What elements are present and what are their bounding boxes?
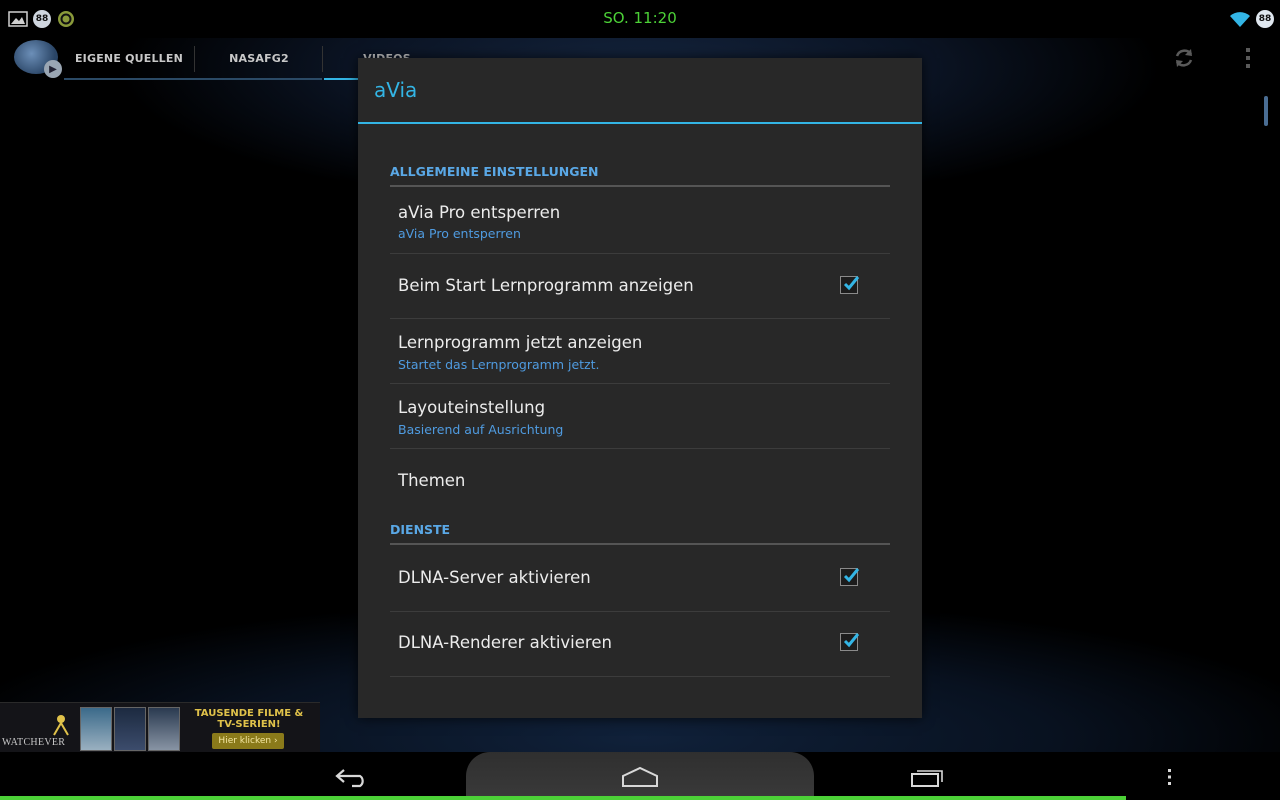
battery-badge-icon: 88: [1256, 10, 1274, 28]
status-clock: SO. 11:20: [603, 9, 677, 27]
overflow-menu-button[interactable]: [1230, 42, 1266, 74]
ad-poster: [148, 707, 180, 751]
pref-show-tutorial-now[interactable]: Lernprogramm jetzt anzeigen Startet das …: [390, 319, 890, 383]
recent-apps-icon: [911, 770, 943, 787]
home-icon: [622, 766, 658, 787]
menu-button[interactable]: [1140, 760, 1200, 794]
tab-indicator-active: [324, 78, 358, 80]
checkbox-show-tutorial[interactable]: [840, 276, 860, 294]
pref-show-tutorial-on-start[interactable]: Beim Start Lernprogramm anzeigen: [390, 254, 890, 318]
dialog-title: aVia: [374, 78, 418, 102]
back-button[interactable]: [322, 760, 382, 794]
pref-summary: Startet das Lernprogramm jetzt.: [398, 357, 600, 372]
checkmark-icon: [843, 633, 860, 648]
pref-title: DLNA-Renderer aktivieren: [398, 633, 612, 652]
chevron-right-icon: ›: [273, 736, 278, 746]
row-divider: [390, 676, 890, 677]
ad-poster: [80, 707, 112, 751]
pref-layout-setting[interactable]: Layouteinstellung Basierend auf Ausricht…: [390, 384, 890, 448]
refresh-icon: [1175, 49, 1193, 67]
wifi-icon: [1230, 12, 1250, 27]
dialog-title-divider: [358, 122, 922, 124]
checkbox-dlna-renderer[interactable]: [840, 633, 860, 651]
tab-eigene-quellen[interactable]: EIGENE QUELLEN: [64, 38, 194, 78]
settings-dialog: aVia ALLGEMEINE EINSTELLUNGEN aVia Pro e…: [358, 58, 922, 718]
mascot-icon: [53, 715, 69, 736]
pref-title: DLNA-Server aktivieren: [398, 568, 591, 587]
system-progress-bar: [0, 796, 1127, 800]
tab-indicator: [64, 78, 322, 80]
checkbox-dlna-server[interactable]: [840, 568, 860, 586]
pref-themes[interactable]: Themen: [390, 449, 890, 513]
ad-brand: WATCHEVER: [2, 737, 66, 748]
pref-summary: Basierend auf Ausrichtung: [398, 422, 564, 437]
menu-icon: [1168, 769, 1171, 785]
pref-summary: aVia Pro entsperren: [398, 226, 521, 241]
tab-nasafg2[interactable]: NASAFG2: [194, 38, 324, 78]
navigation-bar: [0, 752, 1280, 800]
pref-title: aVia Pro entsperren: [398, 203, 561, 222]
section-divider: [390, 185, 890, 187]
pref-dlna-renderer[interactable]: DLNA-Renderer aktivieren: [390, 612, 890, 676]
pref-title: Layouteinstellung: [398, 398, 546, 417]
section-divider: [390, 543, 890, 545]
checkmark-icon: [843, 276, 860, 291]
scroll-indicator: [1264, 96, 1268, 126]
app-logo-icon[interactable]: ▶: [14, 40, 62, 78]
play-icon: ▶: [44, 60, 62, 78]
pref-title: Beim Start Lernprogramm anzeigen: [398, 276, 694, 295]
pref-dlna-server[interactable]: DLNA-Server aktivieren: [390, 546, 890, 610]
pref-unlock-pro[interactable]: aVia Pro entsperren aVia Pro entsperren: [390, 188, 890, 253]
pref-title: Themen: [398, 471, 466, 490]
home-button[interactable]: [610, 760, 670, 794]
section-header-general: ALLGEMEINE EINSTELLUNGEN: [390, 164, 599, 179]
refresh-button[interactable]: [1166, 42, 1202, 74]
ad-tagline: TAUSENDE FILME & TV-SERIEN!: [194, 708, 304, 730]
overflow-menu-icon: [1246, 48, 1250, 68]
pref-title: Lernprogramm jetzt anzeigen: [398, 333, 643, 352]
checkmark-icon: [843, 568, 860, 583]
status-bar: 88 SO. 11:20 88: [0, 0, 1280, 38]
ad-banner[interactable]: WATCHEVER TAUSENDE FILME & TV-SERIEN! Hi…: [0, 702, 320, 753]
section-header-services: DIENSTE: [390, 522, 451, 537]
ad-cta-button[interactable]: Hier klicken ›: [212, 733, 284, 749]
ad-poster: [114, 707, 146, 751]
recent-apps-button[interactable]: [898, 760, 958, 794]
back-icon: [335, 769, 364, 788]
